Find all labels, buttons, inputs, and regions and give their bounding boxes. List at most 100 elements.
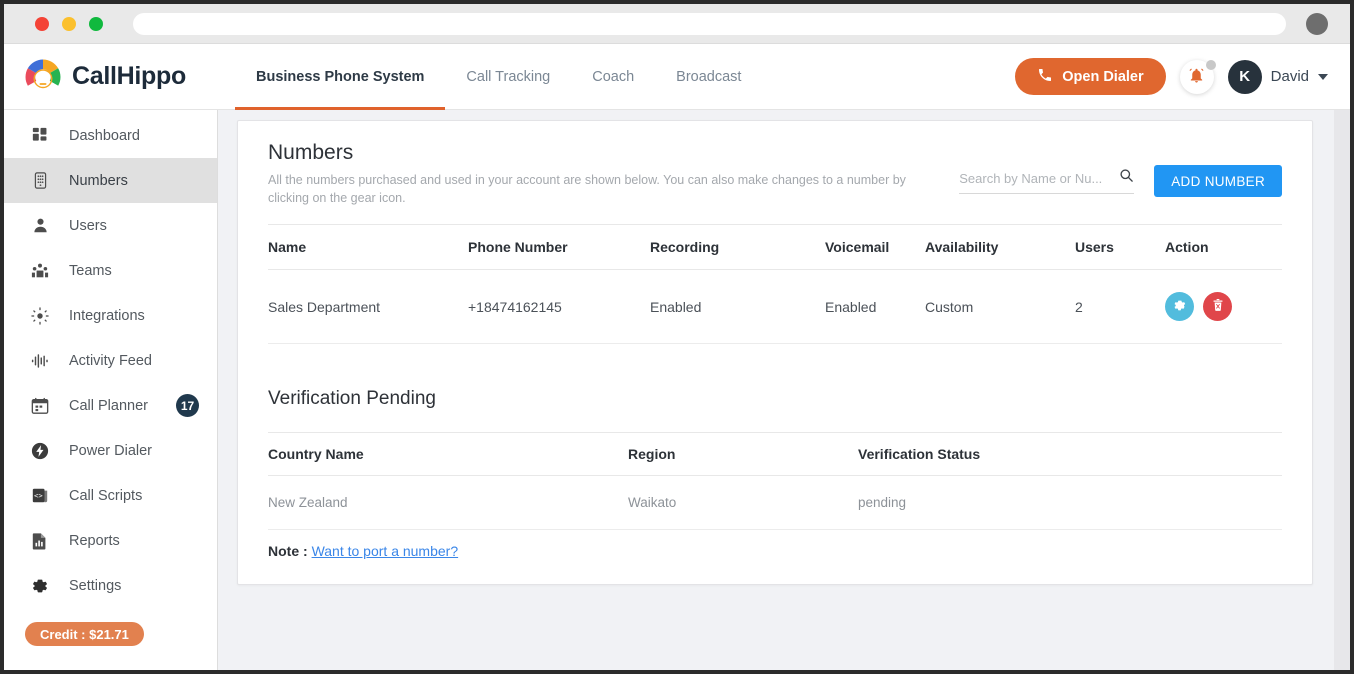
sidebar-item-settings[interactable]: Settings (4, 563, 217, 608)
table-header-row: Country Name Region Verification Status (268, 432, 1282, 477)
column-header-availability: Availability (925, 224, 1075, 271)
tab-call-tracking[interactable]: Call Tracking (445, 44, 571, 109)
numbers-card: Numbers All the numbers purchased and us… (237, 120, 1313, 586)
main-nav-tabs: Business Phone System Call Tracking Coac… (235, 44, 762, 110)
sidebar-item-call-planner[interactable]: Call Planner 17 (4, 383, 217, 428)
table-row[interactable]: Sales Department +18474162145 Enabled En… (268, 269, 1282, 345)
cell-recording: Enabled (650, 269, 825, 345)
phone-icon (1037, 67, 1053, 87)
url-bar[interactable] (133, 12, 1286, 35)
column-header-name: Name (268, 224, 468, 271)
script-code-icon: <> (29, 485, 51, 507)
column-header-country-name: Country Name (268, 432, 628, 477)
sidebar-item-label: Call Planner (69, 397, 148, 414)
app-header: CallHippo Business Phone System Call Tra… (4, 44, 1350, 110)
gear-icon (29, 575, 51, 597)
minimize-window-button[interactable] (62, 16, 76, 31)
sidebar-item-reports[interactable]: Reports (4, 518, 217, 563)
brand-logo[interactable]: CallHippo (4, 56, 218, 98)
table-header-row: Name Phone Number Recording Voicemail Av… (268, 224, 1282, 271)
delete-number-button[interactable] (1203, 292, 1232, 322)
add-number-button[interactable]: ADD NUMBER (1154, 165, 1282, 197)
tab-label: Call Tracking (466, 68, 551, 85)
numbers-heading-block: Numbers All the numbers purchased and us… (268, 141, 959, 207)
search-icon[interactable] (1119, 168, 1134, 188)
cell-users: 2 (1075, 269, 1165, 345)
maximize-window-button[interactable] (89, 16, 103, 31)
cell-actions (1165, 269, 1282, 345)
column-header-voicemail: Voicemail (825, 224, 925, 271)
column-header-region: Region (628, 432, 858, 477)
tab-label: Coach (592, 68, 635, 85)
cell-verification-status: pending (858, 475, 1282, 531)
port-number-link[interactable]: Want to port a number? (312, 543, 459, 559)
calendar-icon (29, 395, 51, 417)
column-header-recording: Recording (650, 224, 825, 271)
close-window-button[interactable] (35, 16, 49, 31)
bolt-icon (29, 440, 51, 462)
sidebar-item-activity-feed[interactable]: Activity Feed (4, 338, 217, 383)
waveform-icon (29, 350, 51, 372)
page-subtitle: All the numbers purchased and used in yo… (268, 173, 906, 206)
verification-pending-title: Verification Pending (268, 388, 436, 410)
notifications-button[interactable] (1179, 59, 1216, 94)
tab-business-phone-system[interactable]: Business Phone System (235, 44, 446, 110)
sidebar-item-label: Integrations (69, 307, 145, 324)
sidebar-item-label: Call Scripts (69, 487, 143, 504)
note-row: Note : Want to port a number? (268, 530, 1282, 574)
tab-broadcast[interactable]: Broadcast (655, 44, 762, 109)
person-icon (29, 215, 51, 237)
main-content: Numbers All the numbers purchased and us… (218, 110, 1334, 670)
browser-chrome (4, 4, 1350, 44)
user-name: David (1270, 68, 1309, 85)
sidebar-item-label: Power Dialer (69, 442, 152, 459)
brand-name: CallHippo (72, 62, 186, 90)
tab-label: Broadcast (676, 68, 742, 85)
browser-profile-icon[interactable] (1306, 12, 1328, 35)
search-input[interactable] (959, 170, 1114, 186)
report-chart-icon (29, 530, 51, 552)
cell-phone-number: +18474162145 (468, 269, 650, 345)
numbers-card-header: Numbers All the numbers purchased and us… (268, 141, 1282, 207)
sidebar-item-label: Users (69, 217, 107, 234)
sidebar-item-integrations[interactable]: Integrations (4, 293, 217, 338)
sidebar-item-power-dialer[interactable]: Power Dialer (4, 428, 217, 473)
trash-icon (1211, 298, 1225, 315)
right-scroll-rail[interactable] (1334, 110, 1350, 670)
grid-dashboard-icon (29, 125, 51, 147)
sidebar-item-dashboard[interactable]: Dashboard (4, 113, 217, 158)
column-header-phone-number: Phone Number (468, 224, 650, 271)
column-header-action: Action (1165, 224, 1282, 271)
page-title: Numbers (268, 141, 354, 164)
sidebar-item-label: Reports (69, 532, 120, 549)
open-dialer-label: Open Dialer (1062, 68, 1144, 85)
callhippo-logo-icon (22, 56, 64, 98)
numbers-toolbar: ADD NUMBER (959, 141, 1282, 197)
sidebar-item-numbers[interactable]: Numbers (4, 158, 217, 203)
tab-coach[interactable]: Coach (571, 44, 655, 109)
sidebar-item-label: Dashboard (69, 127, 140, 144)
open-dialer-button[interactable]: Open Dialer (1015, 58, 1166, 95)
cell-availability: Custom (925, 269, 1075, 345)
cell-name: Sales Department (268, 269, 468, 345)
search-box[interactable] (959, 168, 1135, 194)
edit-settings-button[interactable] (1165, 292, 1194, 322)
cell-voicemail: Enabled (825, 269, 925, 345)
sidebar-item-call-scripts[interactable]: <> Call Scripts (4, 473, 217, 518)
sidebar-item-label: Teams (69, 262, 112, 279)
credit-badge[interactable]: Credit : $21.71 (25, 622, 144, 646)
chevron-down-icon (1318, 73, 1328, 80)
user-menu[interactable]: K David (1227, 59, 1328, 94)
svg-text:<>: <> (34, 490, 43, 499)
call-planner-badge: 17 (176, 394, 199, 417)
numbers-table: Name Phone Number Recording Voicemail Av… (268, 224, 1282, 345)
sidebar-item-teams[interactable]: Teams (4, 248, 217, 293)
sidebar-item-users[interactable]: Users (4, 203, 217, 248)
sidebar-item-label: Activity Feed (69, 352, 152, 369)
header-actions: Open Dialer K David (1015, 58, 1350, 95)
verification-table: Country Name Region Verification Status … (268, 432, 1282, 531)
sidebar-item-label: Settings (69, 577, 122, 594)
cell-region: Waikato (628, 475, 858, 531)
sidebar: Dashboard Numbers Users Teams Integratio… (4, 110, 218, 670)
people-group-icon (29, 260, 51, 282)
